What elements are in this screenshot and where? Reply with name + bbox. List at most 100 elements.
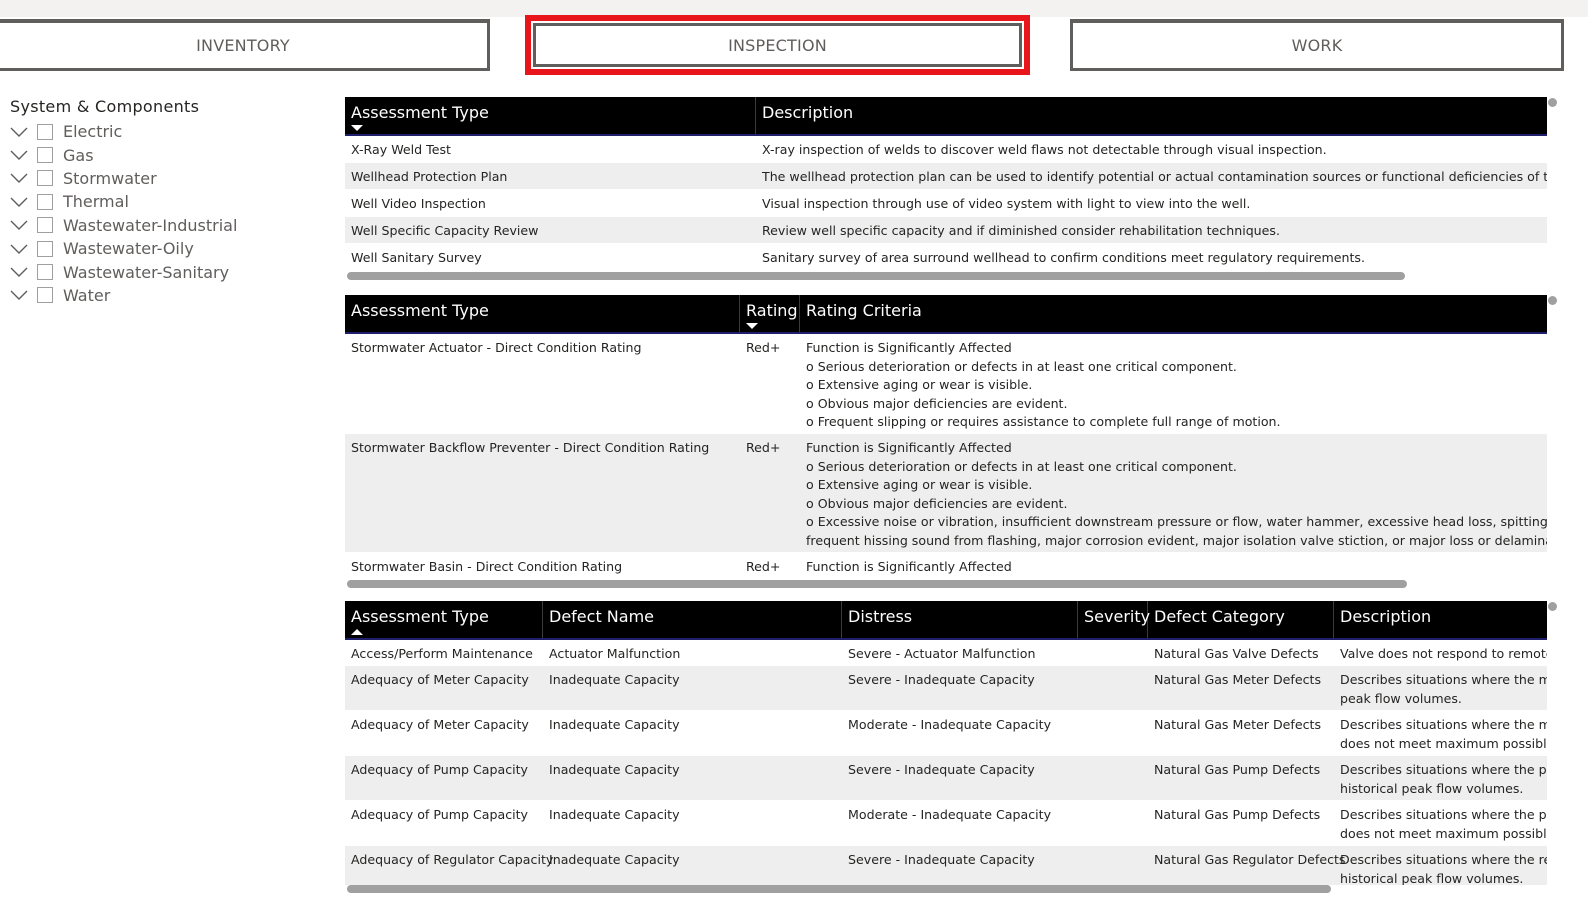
horizontal-scrollbar[interactable]	[347, 885, 1331, 893]
description-line: historical peak flow volumes.	[1340, 780, 1524, 796]
slicer-item-label: Stormwater	[63, 168, 157, 188]
chevron-down-icon[interactable]	[10, 171, 28, 185]
description-cell: Sanitary survey of area surround wellhea…	[762, 250, 1365, 265]
work-nav-button[interactable]: WORK	[1070, 19, 1564, 71]
rating-criteria-cell: Function is Significantly Affected o Seri…	[800, 339, 1281, 432]
slicer-item[interactable]: Gas	[10, 143, 330, 166]
description-line: does not meet maximum possible p	[1340, 735, 1547, 751]
description-cell: Describes situations where the pum histor…	[1334, 761, 1547, 798]
table-row[interactable]: Wellhead Protection Plan The wellhead pro…	[345, 163, 1547, 190]
column-header-rating-criteria[interactable]: Rating Criteria	[800, 295, 1547, 332]
checkbox[interactable]	[37, 264, 53, 281]
table-row[interactable]: Adequacy of Regulator Capacity Inadequate…	[345, 846, 1547, 885]
rating-cell: Red+	[746, 559, 781, 574]
criteria-line: o Serious deterioration or defects in at…	[806, 358, 1237, 374]
vertical-scrollbar-thumb[interactable]	[1548, 296, 1557, 305]
description-cell: The wellhead protection plan can be used…	[762, 169, 1547, 184]
chevron-down-icon[interactable]	[10, 195, 28, 209]
distress-cell: Severe - Actuator Malfunction	[848, 646, 1036, 661]
slicer-item-label: Electric	[63, 122, 123, 142]
slicer-item-label: Thermal	[63, 192, 129, 212]
horizontal-scrollbar[interactable]	[347, 272, 1405, 280]
checkbox[interactable]	[37, 287, 53, 304]
column-header-label: Distress	[848, 607, 913, 626]
column-header-label: Assessment Type	[351, 103, 489, 122]
description-line: peak flow volumes.	[1340, 690, 1462, 706]
column-header-label: Description	[1340, 607, 1432, 626]
slicer-item[interactable]: Water	[10, 284, 330, 307]
inventory-nav-button[interactable]: INVENTORY	[0, 19, 490, 71]
table-row[interactable]: Adequacy of Meter Capacity Inadequate Cap…	[345, 666, 1547, 711]
table-row[interactable]: X-Ray Weld Test X-ray inspection of welds…	[345, 136, 1547, 163]
slicer-item[interactable]: Wastewater-Industrial	[10, 214, 330, 237]
column-header-rating[interactable]: Rating	[740, 295, 800, 332]
table-body: Stormwater Actuator - Direct Condition R…	[345, 334, 1547, 580]
chevron-down-icon[interactable]	[10, 148, 28, 162]
distress-cell: Severe - Inadequate Capacity	[848, 852, 1035, 867]
table-header: Assessment Type Defect Name Distress Sev…	[345, 601, 1547, 640]
table-row[interactable]: Access/Perform Maintenance Actuator Malfu…	[345, 640, 1547, 666]
column-header-label: Assessment Type	[351, 301, 489, 320]
checkbox[interactable]	[37, 170, 53, 187]
column-header-description[interactable]: Description	[1334, 601, 1547, 638]
criteria-line: o Extensive aging or wear is visible.	[806, 377, 1033, 392]
slicer-item[interactable]: Thermal	[10, 190, 330, 213]
column-header-defect-name[interactable]: Defect Name	[543, 601, 842, 638]
column-header-description[interactable]: Description	[756, 97, 1547, 134]
table-header: Assessment Type Description	[345, 97, 1547, 136]
checkbox[interactable]	[37, 193, 53, 210]
inspection-nav-inner: INSPECTION	[533, 23, 1022, 67]
table-row[interactable]: Stormwater Actuator - Direct Condition R…	[345, 334, 1547, 434]
chevron-down-icon[interactable]	[10, 288, 28, 302]
table-row[interactable]: Adequacy of Pump Capacity Inadequate Capa…	[345, 801, 1547, 846]
criteria-line: Function is Significantly Affected	[806, 559, 1012, 574]
category-cell: Natural Gas Pump Defects	[1154, 762, 1321, 777]
checkbox[interactable]	[37, 240, 53, 257]
column-header-assessment-type[interactable]: Assessment Type	[345, 295, 740, 332]
table-row[interactable]: Adequacy of Pump Capacity Inadequate Capa…	[345, 756, 1547, 801]
distress-cell: Severe - Inadequate Capacity	[848, 762, 1035, 777]
checkbox[interactable]	[37, 147, 53, 164]
slicer-item-label: Water	[63, 285, 111, 305]
distress-cell: Moderate - Inadequate Capacity	[848, 807, 1052, 822]
defect-cell: Actuator Malfunction	[549, 646, 681, 661]
checkbox[interactable]	[37, 217, 53, 234]
criteria-line: o Extensive aging or wear is visible.	[806, 477, 1033, 492]
sort-ascending-icon	[351, 629, 363, 635]
column-header-assessment-type[interactable]: Assessment Type	[345, 601, 543, 638]
table-row[interactable]: Stormwater Backflow Preventer - Direct C…	[345, 434, 1547, 553]
criteria-line: Function is Significantly Affected	[806, 440, 1012, 455]
slicer-item[interactable]: Electric	[10, 120, 330, 143]
horizontal-scrollbar[interactable]	[347, 580, 1407, 588]
assessment-type-cell: Well Video Inspection	[351, 196, 486, 211]
inspection-nav-button[interactable]: INSPECTION	[525, 15, 1030, 75]
distress-cell: Moderate - Inadequate Capacity	[848, 717, 1052, 732]
chevron-down-icon[interactable]	[10, 218, 28, 232]
slicer-list: Electric Gas Stormwater Thermal Wastewater-I…	[10, 120, 330, 307]
slicer-item[interactable]: Stormwater	[10, 167, 330, 190]
checkbox[interactable]	[37, 123, 53, 140]
table-row[interactable]: Well Specific Capacity Review Review well…	[345, 217, 1547, 244]
table-row[interactable]: Stormwater Basin - Direct Condition Rati…	[345, 553, 1547, 580]
column-header-severity[interactable]: Severity	[1078, 601, 1150, 638]
criteria-line: Function is Significantly Affected	[806, 340, 1012, 355]
slicer-item[interactable]: Wastewater-Oily	[10, 237, 330, 260]
slicer-item[interactable]: Wastewater-Sanitary	[10, 260, 330, 283]
description-cell: Review well specific capacity and if dim…	[762, 223, 1280, 238]
inventory-nav-label: INVENTORY	[196, 36, 290, 55]
column-header-distress[interactable]: Distress	[842, 601, 1078, 638]
chevron-down-icon[interactable]	[10, 265, 28, 279]
type-cell: Access/Perform Maintenance	[351, 646, 533, 661]
table-row[interactable]: Well Video Inspection Visual inspection t…	[345, 190, 1547, 217]
table-row[interactable]: Well Sanitary Survey Sanitary survey of a…	[345, 244, 1547, 271]
chevron-down-icon[interactable]	[10, 242, 28, 256]
column-header-assessment-type[interactable]: Assessment Type	[345, 97, 756, 134]
chevron-down-icon[interactable]	[10, 125, 28, 139]
system-components-slicer: System & Components Electric Gas Stormwate…	[10, 96, 330, 307]
vertical-scrollbar-thumb[interactable]	[1548, 602, 1557, 611]
vertical-scrollbar-thumb[interactable]	[1548, 98, 1557, 107]
column-header-defect-category[interactable]: Defect Category	[1148, 601, 1334, 638]
slicer-item-label: Gas	[63, 145, 94, 165]
category-cell: Natural Gas Regulator Defects	[1154, 852, 1346, 867]
table-row[interactable]: Adequacy of Meter Capacity Inadequate Cap…	[345, 711, 1547, 756]
